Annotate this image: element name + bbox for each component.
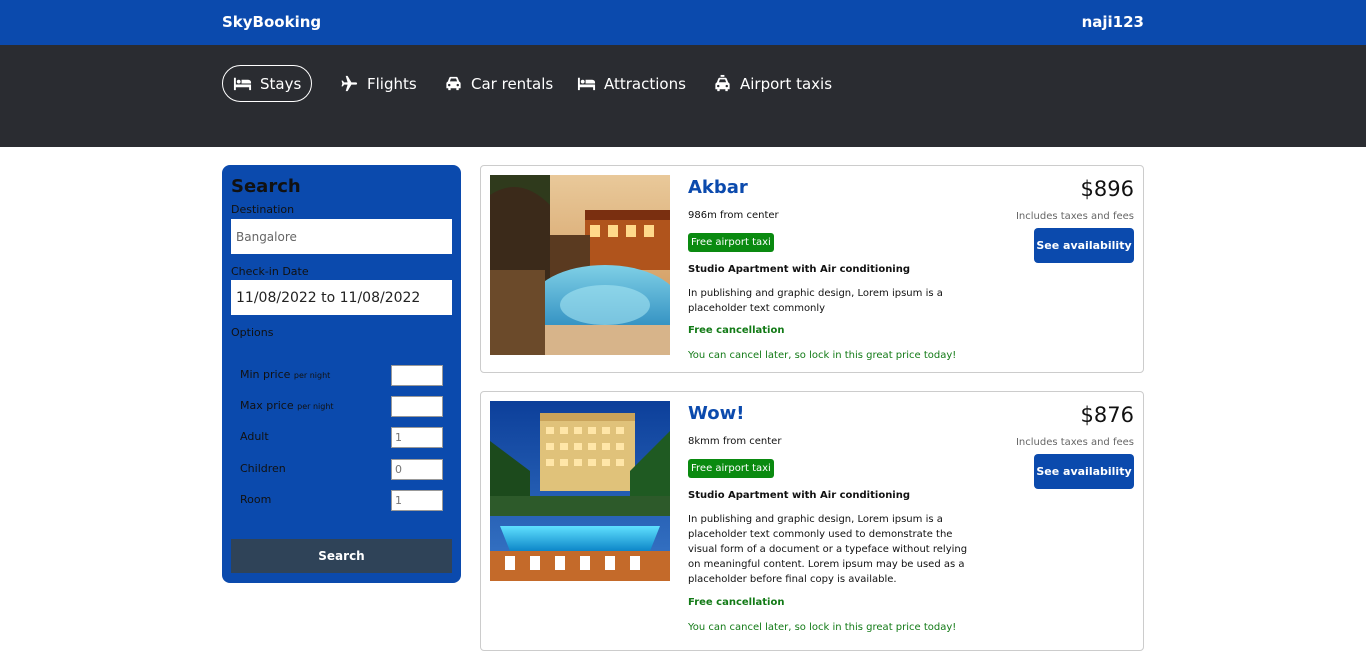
nav-item-label: Attractions — [604, 74, 686, 93]
date-range-picker[interactable]: 11/08/2022 to 11/08/2022 — [231, 280, 452, 315]
hotel-title[interactable]: Wow! — [688, 403, 744, 424]
nav-item-car-rentals[interactable]: Car rentals — [444, 65, 553, 102]
brand-logo[interactable]: SkyBooking — [222, 13, 321, 31]
search-panel: Search Destination Check-in Date 11/08/2… — [222, 165, 461, 583]
plane-icon — [340, 74, 359, 93]
cancellation-label: Free cancellation — [688, 597, 785, 608]
result-card: Wow! 8kmm from center Free airport taxi … — [480, 391, 1144, 651]
see-availability-button[interactable]: See availability — [1034, 228, 1134, 263]
room-type: Studio Apartment with Air conditioning — [688, 490, 911, 501]
search-button[interactable]: Search — [231, 539, 452, 573]
nav-item-label: Stays — [260, 74, 302, 93]
hotel-description: In publishing and graphic design, Lorem … — [688, 288, 943, 314]
cancellation-label: Free cancellation — [688, 325, 785, 336]
see-availability-button[interactable]: See availability — [1034, 454, 1134, 489]
car-icon — [444, 74, 463, 93]
nav-item-flights[interactable]: Flights — [340, 65, 417, 102]
room-input[interactable] — [391, 490, 443, 511]
checkin-label: Check-in Date — [231, 265, 309, 278]
category-nav: Stays Flights Car rentals Attractions Ai… — [0, 45, 1366, 147]
hotel-image[interactable] — [490, 401, 670, 581]
top-bar: SkyBooking naji123 — [0, 0, 1366, 45]
result-card: Akbar 986m from center Free airport taxi… — [480, 165, 1144, 373]
hotel-title[interactable]: Akbar — [688, 177, 748, 198]
option-row-room: Room — [240, 490, 443, 511]
hotel-distance: 8kmm from center — [688, 436, 782, 447]
max-price-input[interactable] — [391, 396, 443, 417]
option-row-max-price: Max price per night — [240, 396, 443, 417]
taxi-badge: Free airport taxi — [688, 459, 774, 478]
option-label: Adult — [240, 430, 269, 443]
option-row-adult: Adult — [240, 427, 443, 448]
hotel-image[interactable] — [490, 175, 670, 355]
hotel-description: In publishing and graphic design, Lorem … — [688, 514, 968, 585]
option-label: Min price per night — [240, 368, 331, 381]
nav-item-attractions[interactable]: Attractions — [577, 65, 686, 102]
option-label: Children — [240, 462, 286, 475]
option-label: Max price per night — [240, 399, 334, 412]
nav-item-label: Airport taxis — [740, 74, 833, 93]
option-label: Room — [240, 493, 272, 506]
cancellation-note: You can cancel later, so lock in this gr… — [688, 622, 957, 633]
hotel-distance: 986m from center — [688, 210, 779, 221]
search-panel-title: Search — [231, 176, 301, 197]
hotel-price: $876 — [1080, 403, 1134, 427]
nav-item-airport-taxis[interactable]: Airport taxis — [713, 65, 832, 102]
taxi-badge: Free airport taxi — [688, 233, 774, 252]
options-label: Options — [231, 326, 274, 339]
adult-input[interactable] — [391, 427, 443, 448]
bed-icon — [233, 74, 252, 93]
nav-item-label: Car rentals — [471, 74, 554, 93]
nav-item-label: Flights — [367, 74, 417, 93]
nav-item-stays[interactable]: Stays — [222, 65, 313, 102]
tax-note: Includes taxes and fees — [1015, 211, 1134, 222]
option-row-children: Children — [240, 459, 443, 480]
hotel-price: $896 — [1080, 177, 1134, 201]
children-input[interactable] — [391, 459, 443, 480]
room-type: Studio Apartment with Air conditioning — [688, 264, 911, 275]
tax-note: Includes taxes and fees — [1015, 437, 1134, 448]
user-name[interactable]: naji123 — [1082, 13, 1144, 31]
destination-input[interactable] — [231, 219, 452, 254]
taxi-icon — [713, 74, 732, 93]
bed-icon — [577, 74, 596, 93]
min-price-input[interactable] — [391, 365, 443, 386]
cancellation-note: You can cancel later, so lock in this gr… — [688, 350, 957, 361]
destination-label: Destination — [231, 203, 295, 216]
option-row-min-price: Min price per night — [240, 365, 443, 386]
